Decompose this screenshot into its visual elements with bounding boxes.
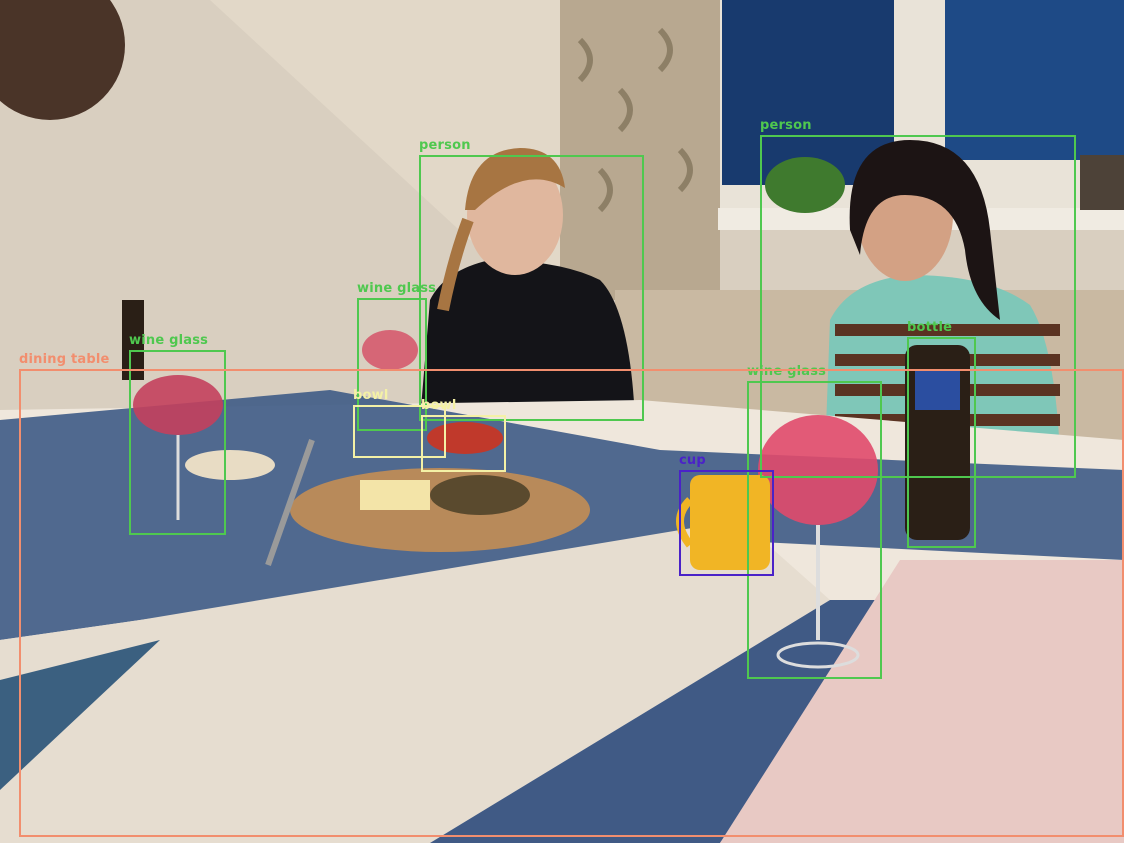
detection-label: person [419,138,471,153]
detection-dining-table: dining table [19,352,1124,837]
detection-label: person [760,118,812,133]
annotated-photo: person person wine glass wine glass wine… [0,0,1124,843]
detection-label: bottle [907,320,953,335]
pot [1080,155,1124,210]
detection-label: wine glass [129,333,209,348]
detection-label: wine glass [357,281,437,296]
detection-label: dining table [19,352,110,367]
